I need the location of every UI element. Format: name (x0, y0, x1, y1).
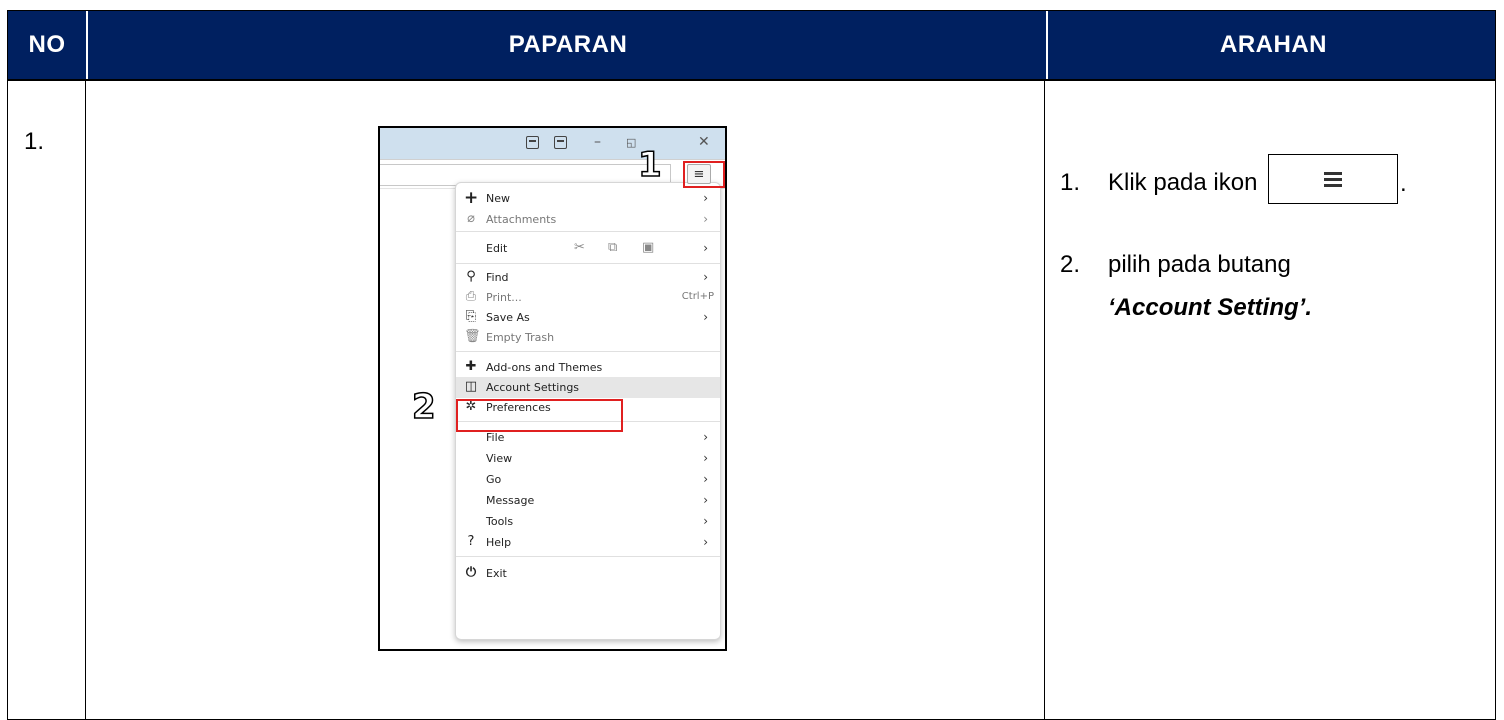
chevron-right-icon: › (703, 241, 708, 255)
chevron-right-icon: › (703, 191, 708, 205)
chevron-right-icon: › (703, 493, 708, 507)
account-setting-emphasis: ‘Account Setting’. (1108, 294, 1312, 321)
header-arahan: ARAHAN (1046, 11, 1499, 79)
menu-item-tools[interactable]: Tools › (456, 511, 720, 532)
highlight-box-step-1 (683, 161, 725, 188)
menu-item-view[interactable]: View › (456, 448, 720, 469)
menu-item-go[interactable]: Go › (456, 469, 720, 490)
menu-item-addons[interactable]: ✚ Add-ons and Themes (456, 357, 720, 378)
menu-divider (456, 231, 720, 232)
menu-item-save-as[interactable]: ⎘ Save As › (456, 307, 720, 328)
instruction-text: pilih pada butang (1108, 251, 1291, 278)
column-divider-arahan (1044, 80, 1045, 720)
instruction-number: 2. (1060, 251, 1081, 278)
trash-icon: 🗑 (464, 329, 481, 344)
menu-item-new[interactable]: + New › (456, 188, 720, 209)
account-settings-icon: ◫ (464, 379, 478, 394)
paperclip-icon: ⌀ (467, 211, 475, 226)
chevron-right-icon: › (703, 514, 708, 528)
menu-divider (456, 556, 720, 557)
chevron-right-icon: › (703, 535, 708, 549)
puzzle-icon: ✚ (465, 359, 477, 374)
close-icon[interactable]: ✕ (698, 134, 710, 150)
menu-item-edit[interactable]: Edit ✂ ⧉ ▣ › (456, 235, 720, 261)
highlight-box-step-2 (456, 399, 623, 432)
menu-item-message[interactable]: Message › (456, 490, 720, 511)
inline-hamburger-icon (1268, 154, 1398, 204)
instruction-period: . (1400, 170, 1407, 197)
copy-icon[interactable]: ⧉ (608, 240, 617, 255)
menu-item-print[interactable]: ⎙ Print... Ctrl+P (456, 287, 720, 308)
cut-icon[interactable]: ✂ (574, 240, 585, 255)
menu-item-exit[interactable]: ⏻ Exit (456, 563, 720, 584)
help-icon: ? (467, 534, 475, 549)
search-icon: ⚲ (466, 269, 476, 284)
calendar-icon (526, 136, 539, 149)
header-paparan: PAPARAN (86, 11, 1048, 79)
menu-item-account-settings[interactable]: ◫ Account Settings (456, 377, 720, 398)
instruction-text: Klik pada ikon (1108, 169, 1258, 196)
restore-icon[interactable]: ◱ (626, 135, 636, 151)
window-titlebar: – ◱ ✕ (380, 128, 725, 159)
step-marker-2: 2 (411, 387, 436, 427)
menu-item-attachments[interactable]: ⌀ Attachments › (456, 209, 720, 230)
chevron-right-icon: › (703, 430, 708, 444)
save-icon: ⎘ (465, 309, 477, 324)
plus-icon: + (464, 188, 479, 208)
chevron-right-icon: › (703, 310, 708, 324)
menu-divider (456, 263, 720, 264)
chevron-right-icon: › (703, 270, 708, 284)
menu-divider (456, 351, 720, 352)
chevron-right-icon: › (703, 212, 708, 226)
chevron-right-icon: › (703, 451, 708, 465)
header-no: NO (28, 31, 66, 58)
menu-item-help[interactable]: ? Help › (456, 532, 720, 553)
step-marker-1: 1 (637, 145, 662, 185)
minimize-icon[interactable]: – (594, 134, 601, 150)
paste-icon[interactable]: ▣ (642, 240, 654, 255)
menu-item-empty-trash[interactable]: 🗑 Empty Trash (456, 327, 720, 348)
table-header-row: NO PAPARAN ARAHAN (7, 10, 1496, 80)
instruction-number: 1. (1060, 169, 1081, 196)
row-number: 1. (24, 128, 45, 155)
chevron-right-icon: › (703, 472, 708, 486)
power-icon: ⏻ (465, 565, 477, 580)
tasks-icon (554, 136, 567, 149)
thunderbird-screenshot: – ◱ ✕ + New › ⌀ Attachments › Edit ✂ ⧉ ▣… (378, 126, 727, 651)
menu-item-find[interactable]: ⚲ Find › (456, 267, 720, 288)
printer-icon: ⎙ (465, 289, 477, 304)
column-divider-no (85, 80, 86, 720)
